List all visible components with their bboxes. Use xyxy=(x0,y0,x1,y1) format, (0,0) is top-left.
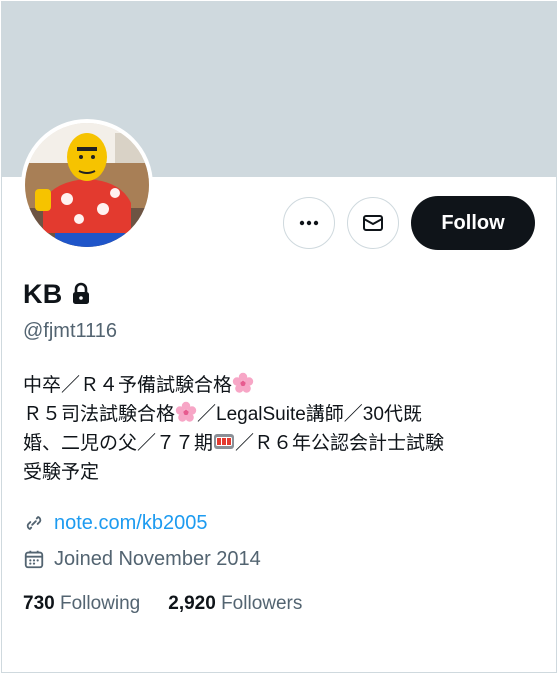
bio-line2a: Ｒ５司法試験合格 xyxy=(23,404,176,425)
bio-line2b: ／LegalSuite講師／30代既 xyxy=(197,404,422,425)
website-row: note.com/kb2005 xyxy=(23,505,535,541)
profile-info: KB @fjmt1116 中卒／Ｒ４予備試験合格 Ｒ５司法試験合格 ／LegalS… xyxy=(23,274,535,615)
website-link[interactable]: note.com/kb2005 xyxy=(54,512,207,535)
message-button[interactable] xyxy=(347,197,399,249)
lock-icon xyxy=(73,282,90,304)
follow-button[interactable]: Follow xyxy=(411,196,535,250)
following-label: Following xyxy=(59,593,141,614)
avatar-frame[interactable] xyxy=(21,119,153,251)
followers-label: Followers xyxy=(221,593,303,614)
profile-actions: Follow xyxy=(283,196,535,250)
slot-machine-emoji xyxy=(214,434,235,449)
bio-line3b: ／Ｒ６年公認会計士試験 xyxy=(235,433,445,454)
cherry-blossom-emoji xyxy=(175,401,197,422)
more-icon xyxy=(299,220,319,226)
calendar-icon xyxy=(24,550,44,569)
profile-meta: note.com/kb2005 Joined November 2014 xyxy=(23,505,535,577)
avatar[interactable] xyxy=(25,123,149,247)
message-icon xyxy=(363,215,383,231)
display-name: KB xyxy=(23,278,63,309)
following-link[interactable]: 730 Following xyxy=(23,593,140,615)
bio: 中卒／Ｒ４予備試験合格 Ｒ５司法試験合格 ／LegalSuite講師／30代既 婚… xyxy=(23,371,535,487)
profile-card: Follow KB @fjmt1116 中卒／Ｒ４予備試験合格 Ｒ５司法試験合格… xyxy=(1,1,557,673)
link-icon xyxy=(26,515,42,531)
joined-row: Joined November 2014 xyxy=(23,541,535,577)
followers-count: 2,920 xyxy=(168,593,216,614)
name-row: KB xyxy=(23,274,535,314)
bio-line4: 受験予定 xyxy=(23,462,100,483)
more-button[interactable] xyxy=(283,197,335,249)
cherry-blossom-emoji xyxy=(232,372,254,393)
bio-line3a: 婚、二児の父／７７期 xyxy=(23,433,214,454)
followers-link[interactable]: 2,920 Followers xyxy=(168,593,302,615)
joined-date: Joined November 2014 xyxy=(54,547,261,570)
handle: @fjmt1116 xyxy=(23,320,118,342)
following-count: 730 xyxy=(23,593,55,614)
bio-line1: 中卒／Ｒ４予備試験合格 xyxy=(23,375,233,396)
follow-stats: 730 Following 2,920 Followers xyxy=(23,593,535,615)
